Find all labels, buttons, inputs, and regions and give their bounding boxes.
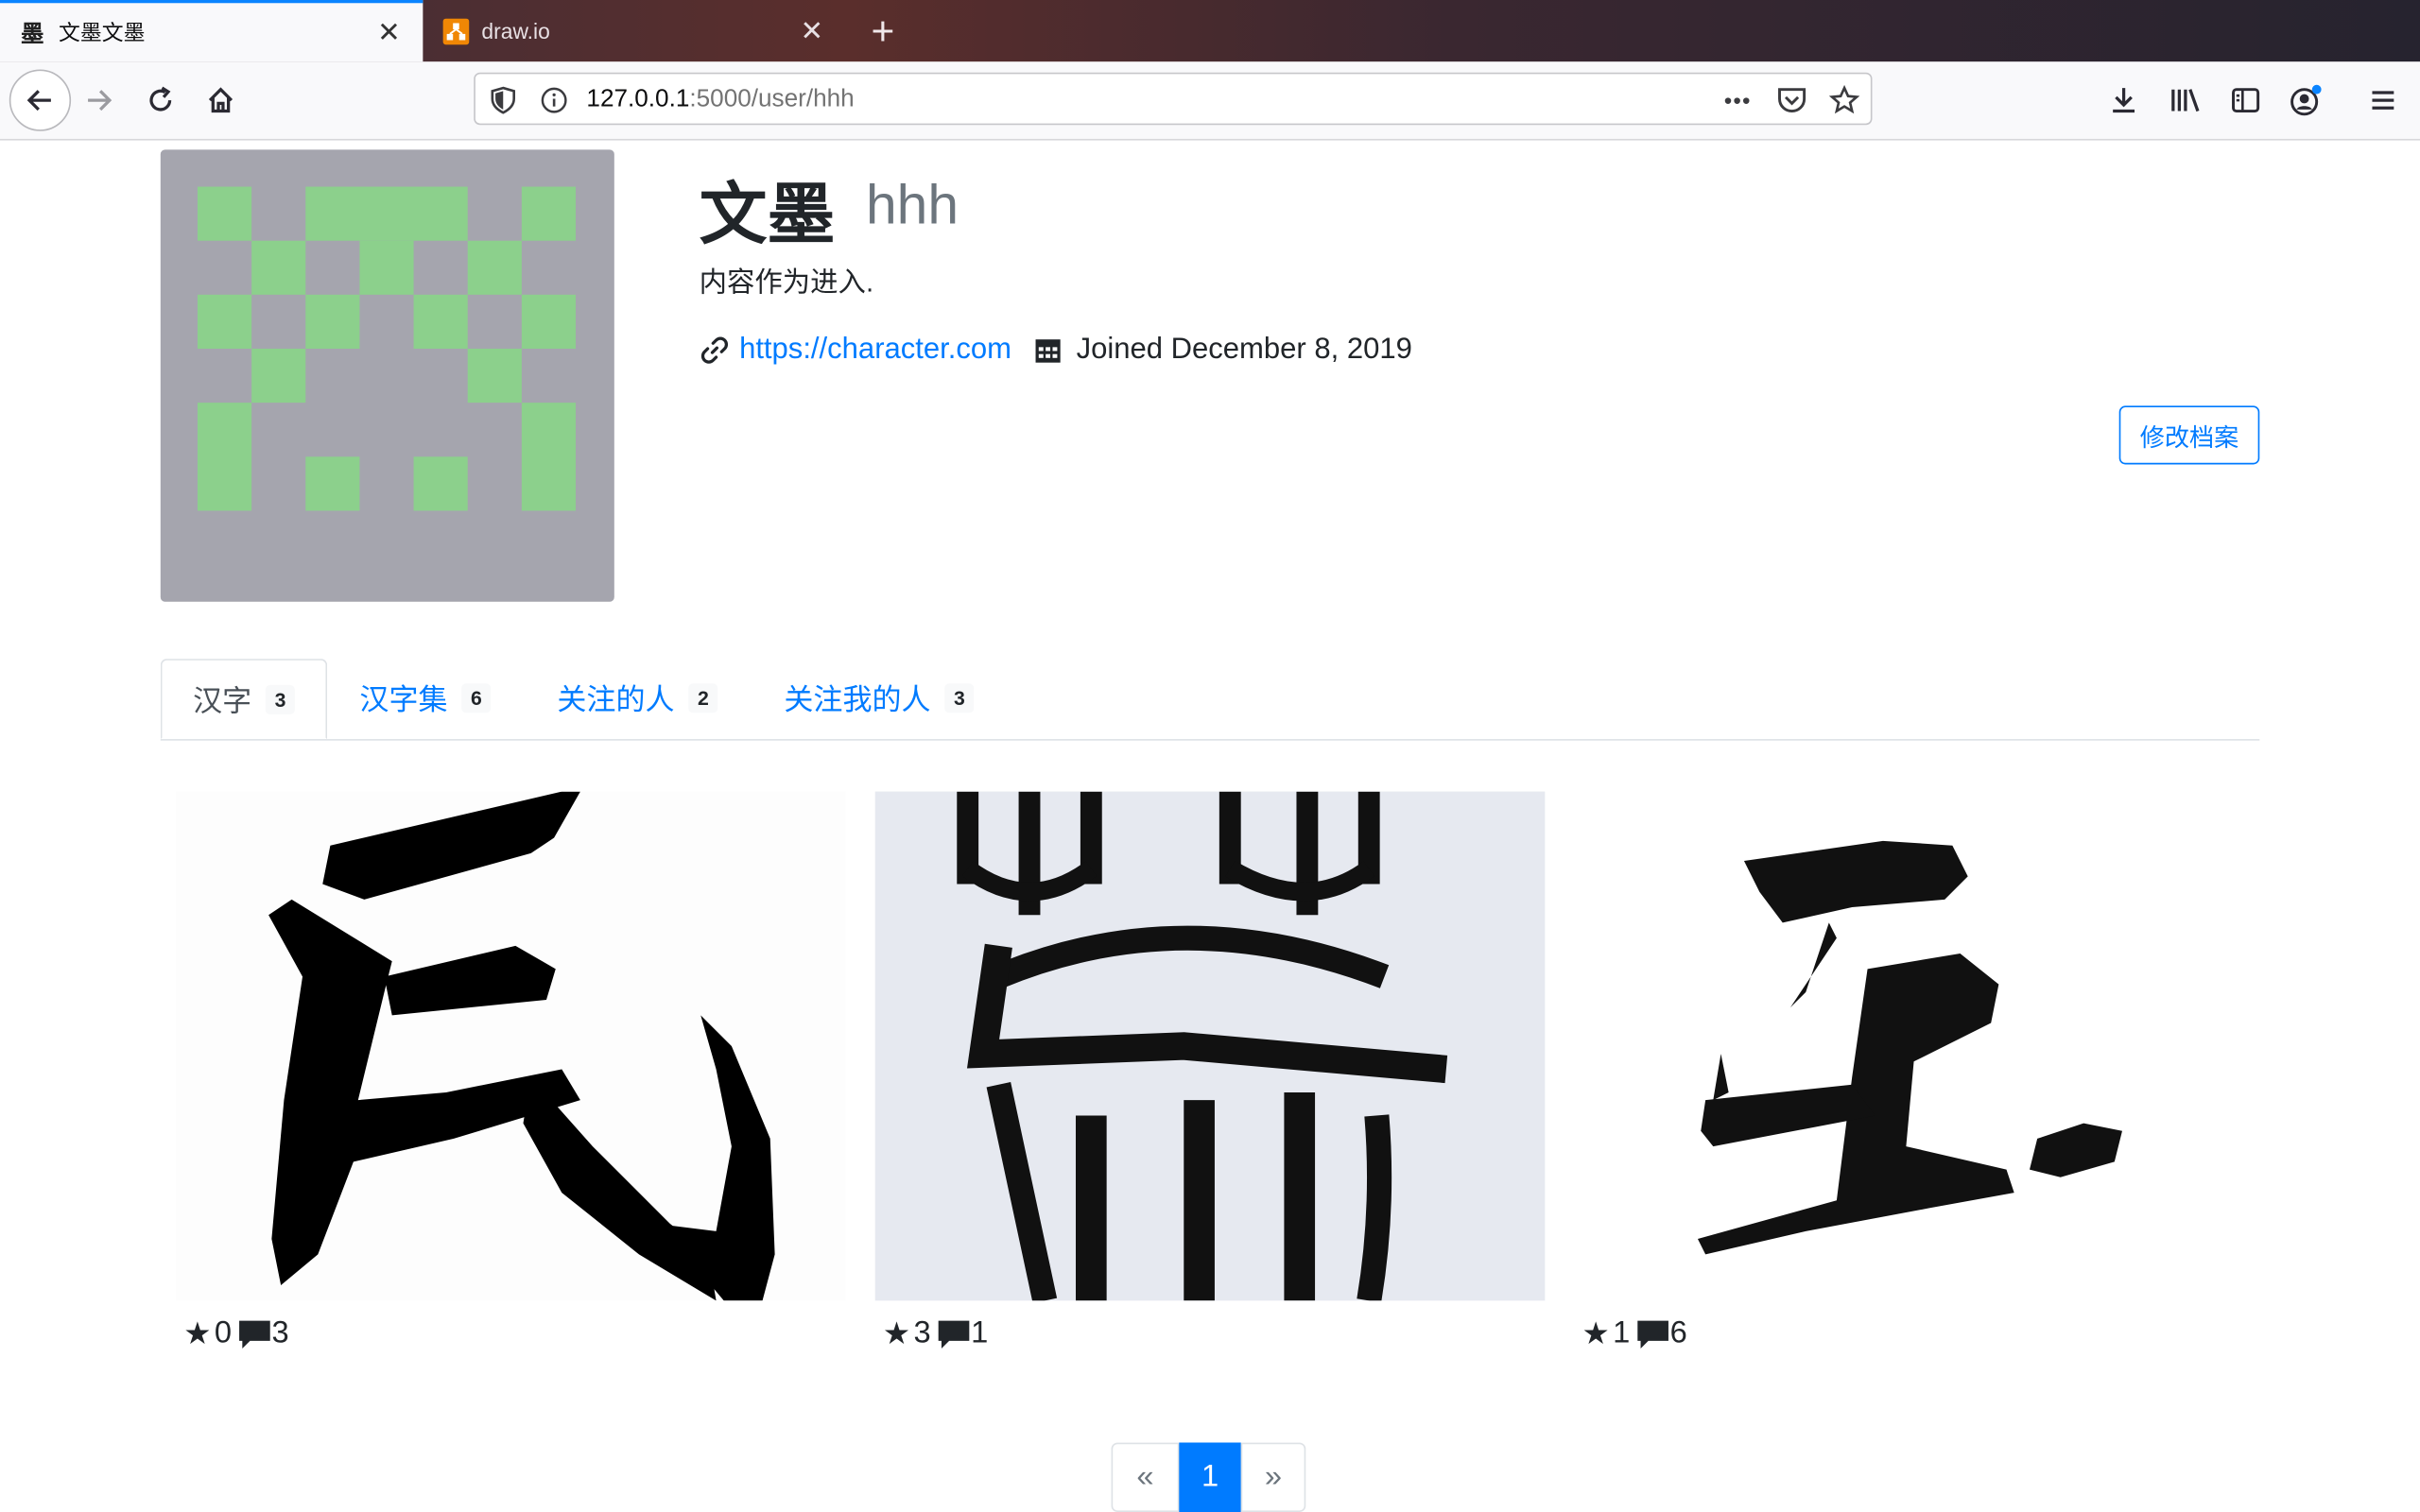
- sidebar-button[interactable]: [2218, 73, 2273, 129]
- tracking-shield-icon[interactable]: [488, 85, 519, 116]
- comment-icon: [938, 1319, 970, 1349]
- site-favicon-icon: 墨: [21, 21, 44, 47]
- character-stats: ★ 3 1: [882, 1315, 989, 1352]
- url-text: 127.0.0.1:5000/user/hhh: [586, 86, 855, 113]
- home-icon: [208, 87, 233, 113]
- tab-character-sets[interactable]: 汉字集 6: [359, 659, 492, 737]
- current-page-button[interactable]: 1: [1179, 1442, 1241, 1512]
- calendar-icon: [1036, 339, 1062, 363]
- count-badge: 6: [461, 683, 492, 713]
- browser-tab-drawio[interactable]: draw.io ✕: [423, 0, 845, 61]
- browser-tab-active[interactable]: 墨 文墨文墨 ✕: [0, 0, 424, 62]
- profile-bio: 内容作为进入.: [699, 266, 874, 299]
- hamburger-menu-icon: [2372, 91, 2394, 110]
- character-stats: ★ 1 6: [1582, 1315, 1687, 1352]
- profile-name: 文墨: [699, 177, 836, 253]
- previous-page-button[interactable]: «: [1111, 1442, 1180, 1512]
- forward-button[interactable]: [71, 73, 127, 129]
- comment-icon: [239, 1319, 270, 1349]
- drawio-icon: [441, 17, 469, 44]
- tab-followers[interactable]: 关注我的人 3: [784, 659, 975, 737]
- download-icon: [2113, 88, 2135, 113]
- star-icon: ★: [183, 1317, 212, 1352]
- close-tab-icon[interactable]: ✕: [373, 16, 405, 48]
- next-page-button[interactable]: »: [1240, 1442, 1306, 1512]
- link-icon: [700, 336, 728, 364]
- reload-button[interactable]: [132, 73, 188, 129]
- library-icon: [2171, 89, 2200, 112]
- page-actions-icon[interactable]: •••: [1722, 85, 1754, 116]
- browser-tab-strip: 墨 文墨文墨 ✕ draw.io ✕ +: [0, 0, 2420, 62]
- account-button[interactable]: [2278, 73, 2334, 129]
- close-tab-icon[interactable]: ✕: [796, 15, 827, 46]
- sidebar-icon: [2232, 88, 2260, 113]
- avatar: [160, 149, 614, 602]
- site-info-icon[interactable]: [539, 85, 570, 116]
- back-button[interactable]: [9, 69, 72, 131]
- profile-tabs: 汉字 3 汉字集 6 关注的人 2 关注我的人 3: [160, 659, 2260, 741]
- home-button[interactable]: [193, 73, 249, 129]
- website-link[interactable]: https://character.com: [739, 334, 1011, 368]
- pocket-icon[interactable]: [1776, 85, 1807, 116]
- menu-button[interactable]: [2356, 73, 2411, 129]
- tab-title: 文墨文墨: [59, 20, 146, 45]
- count-badge: 3: [265, 684, 296, 714]
- downloads-button[interactable]: [2096, 73, 2152, 129]
- character-stats: ★ 0 3: [183, 1315, 289, 1352]
- reload-icon: [149, 86, 172, 112]
- tab-following[interactable]: 关注的人 2: [557, 659, 718, 737]
- browser-toolbar: 127.0.0.1:5000/user/hhh •••: [0, 61, 2420, 141]
- joined-date: Joined December 8, 2019: [1076, 333, 1412, 366]
- edit-profile-button[interactable]: 修改档案: [2118, 405, 2260, 465]
- star-icon: ★: [1582, 1317, 1610, 1352]
- star-icon: ★: [882, 1317, 911, 1352]
- pagination: « 1 »: [1111, 1442, 1306, 1512]
- arrow-right-icon: [88, 90, 112, 112]
- bookmark-star-icon[interactable]: [1828, 84, 1860, 116]
- library-button[interactable]: [2158, 73, 2214, 129]
- arrow-left-icon: [26, 90, 51, 112]
- count-badge: 3: [944, 683, 975, 713]
- character-image[interactable]: [874, 791, 1546, 1301]
- profile-meta: https://character.com Joined December 8,…: [700, 334, 1412, 368]
- profile-username: hhh: [865, 172, 959, 236]
- comment-icon: [1637, 1319, 1669, 1349]
- tab-title: draw.io: [481, 18, 550, 43]
- character-image[interactable]: [1574, 791, 2244, 1301]
- new-tab-button[interactable]: +: [861, 9, 905, 53]
- address-bar[interactable]: 127.0.0.1:5000/user/hhh •••: [474, 72, 1873, 126]
- account-icon: [2290, 84, 2322, 116]
- character-image[interactable]: [176, 791, 846, 1301]
- count-badge: 2: [688, 683, 718, 713]
- tab-characters[interactable]: 汉字 3: [160, 659, 328, 740]
